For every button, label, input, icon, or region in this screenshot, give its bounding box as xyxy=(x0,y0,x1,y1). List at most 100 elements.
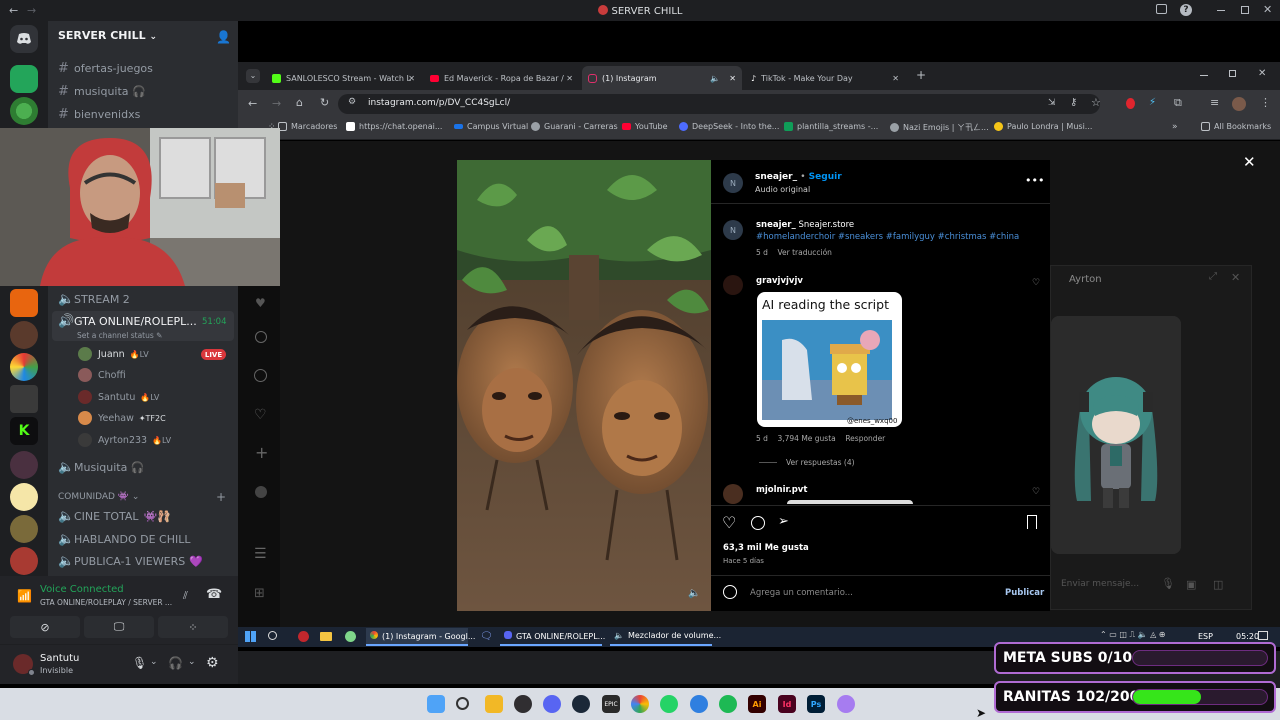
post-media[interactable]: 🔈 xyxy=(457,160,711,611)
chat-message-input[interactable]: Enviar mensaje... xyxy=(1061,579,1139,589)
reply-link[interactable]: Responder xyxy=(845,434,885,443)
bookmark-item[interactable]: Nazi Emojis | ㄚ卂ㄥ... xyxy=(890,122,989,133)
mute-icon[interactable]: 🔈 xyxy=(688,588,700,599)
server-icon-dark[interactable] xyxy=(10,451,38,479)
tab-search-icon[interactable]: ⌄ xyxy=(246,69,260,83)
create-plus-icon[interactable]: + xyxy=(255,443,268,462)
browser-tab[interactable]: ♪ TikTok - Make Your Day ✕ xyxy=(745,66,905,90)
server-header[interactable]: SERVER CHILL ⌄ xyxy=(58,29,157,42)
audio-icon[interactable]: 🔈 xyxy=(710,74,720,83)
disconnect-icon[interactable]: ☎ xyxy=(206,587,222,602)
tray-icons[interactable]: ⌃ ▭ ◫ ⎍ 🔈 ◬ ⊕ xyxy=(1100,630,1166,640)
close-icon[interactable]: ✕ xyxy=(1263,3,1272,16)
voice-channel-gta[interactable]: 🔊 GTA ONLINE/ROLEPL... xyxy=(58,311,197,331)
search-icon[interactable] xyxy=(268,631,277,640)
notifications-heart-icon[interactable]: ♡ xyxy=(254,407,267,423)
bookmark-item[interactable]: plantilla_streams -... xyxy=(784,122,878,131)
taskbar-app-icon[interactable]: 🗨 xyxy=(480,631,493,642)
password-key-icon[interactable]: ⚷ xyxy=(1070,97,1077,108)
voice-channel-hablando[interactable]: 🔈 HABLANDO DE CHILL xyxy=(58,529,190,549)
bookmark-item[interactable]: Campus Virtual xyxy=(454,122,528,131)
browser-tab[interactable]: SANLOLESCO Stream - Watch L ✕ xyxy=(266,66,421,90)
server-icon-colorful[interactable] xyxy=(10,353,38,381)
server-icon-frog[interactable] xyxy=(10,97,38,125)
tab-close-icon[interactable]: ✕ xyxy=(729,74,736,83)
windows-start-icon[interactable] xyxy=(245,631,256,642)
server-icon-portrait[interactable] xyxy=(10,321,38,349)
more-options-icon[interactable]: ••• xyxy=(1025,174,1044,187)
bookmark-item[interactable]: YouTube xyxy=(622,122,668,131)
follow-button[interactable]: Seguir xyxy=(809,172,842,182)
channel-ofertas-juegos[interactable]: # ofertas-juegos xyxy=(58,58,153,78)
expand-icon[interactable]: ⤢ xyxy=(1209,271,1217,282)
app-blue-icon[interactable] xyxy=(690,695,708,713)
chevron-down-icon[interactable]: ⌄ xyxy=(150,657,158,667)
discord-home-icon[interactable] xyxy=(10,25,38,53)
comment-bubble-icon[interactable] xyxy=(751,516,765,530)
tab-close-icon[interactable]: ✕ xyxy=(408,74,415,83)
tab-close-icon[interactable]: ✕ xyxy=(892,74,899,83)
like-comment-icon[interactable]: ♡ xyxy=(1032,278,1040,288)
post-author[interactable]: sneajer_ • Seguir xyxy=(755,172,842,182)
extension-blue-icon[interactable]: ⚡ xyxy=(1149,97,1156,108)
spotify-icon[interactable] xyxy=(719,695,737,713)
microphone-icon[interactable]: 🎙 xyxy=(1161,577,1175,590)
site-info-icon[interactable]: ⚙ xyxy=(348,97,356,107)
forward-arrow-icon[interactable]: → xyxy=(272,97,281,110)
camera-off-button[interactable]: ⊘ xyxy=(10,616,80,638)
caption-avatar[interactable]: N xyxy=(723,220,743,240)
folder-icon[interactable] xyxy=(320,632,332,641)
bookmark-star-icon[interactable]: ☆ xyxy=(1091,96,1101,109)
share-send-icon[interactable]: ➢ xyxy=(778,514,789,529)
voice-member[interactable]: Yeehaw ✦TF2C xyxy=(78,408,166,428)
add-friend-icon[interactable]: 👤 xyxy=(216,30,231,44)
server-icon-pixel[interactable] xyxy=(10,385,38,413)
bookmark-item[interactable]: Paulo Londra | Musi... xyxy=(994,122,1092,131)
restore-icon[interactable] xyxy=(1229,70,1236,77)
comment-avatar[interactable] xyxy=(723,275,743,295)
noise-suppression-icon[interactable]: ⫽ xyxy=(183,589,188,603)
screen-share-button[interactable]: 🖵 xyxy=(84,616,154,638)
minimize-icon[interactable] xyxy=(1217,10,1225,11)
app-purple-icon[interactable] xyxy=(837,695,855,713)
taskbar-app-icon[interactable] xyxy=(298,631,309,642)
taskbar-item-mixer[interactable]: 🔈 Mezclador de volume... xyxy=(610,628,721,646)
discord-icon[interactable] xyxy=(543,695,561,713)
windows-start-icon[interactable] xyxy=(427,695,445,713)
chevron-down-icon[interactable]: ⌄ xyxy=(188,657,196,667)
microphone-icon[interactable]: 🎙 xyxy=(132,656,147,670)
whatsapp-icon[interactable] xyxy=(660,695,678,713)
bookmark-item[interactable]: DeepSeek - Into the... xyxy=(679,122,779,131)
inbox-icon[interactable] xyxy=(1156,4,1167,14)
voice-connected-subtitle[interactable]: GTA ONLINE/ROLEPLAY / SERVER ... xyxy=(40,598,172,607)
like-count[interactable]: 63,3 mil Me gusta xyxy=(723,543,809,553)
help-icon[interactable]: ? xyxy=(1180,4,1192,16)
browser-tab[interactable]: Ed Maverick - Ropa de Bazar / ✕ xyxy=(424,66,579,90)
emoji-icon[interactable] xyxy=(723,585,737,599)
like-comment-icon[interactable]: ♡ xyxy=(1032,487,1040,497)
channel-status[interactable]: Set a channel status ✎ xyxy=(77,331,162,340)
taskbar-app-icon[interactable] xyxy=(345,631,356,642)
shared-post-card[interactable] xyxy=(1051,316,1181,554)
extension-red-icon[interactable] xyxy=(1126,98,1135,109)
epic-games-icon[interactable]: EPIC xyxy=(602,695,620,713)
home-icon[interactable]: ⌂ xyxy=(296,96,303,109)
comment-author[interactable]: gravjvjvjv xyxy=(756,276,803,286)
comment-avatar[interactable] xyxy=(723,484,743,504)
comment-input[interactable]: Agrega un comentario... xyxy=(750,588,853,598)
tab-close-icon[interactable]: ✕ xyxy=(566,74,573,83)
browser-tab-active[interactable]: (1) Instagram 🔈 ✕ xyxy=(582,66,742,90)
illustrator-icon[interactable]: Ai xyxy=(748,695,766,713)
menu-dots-icon[interactable]: ⋮ xyxy=(1260,96,1271,109)
maximize-icon[interactable] xyxy=(1241,6,1249,14)
hamburger-menu-icon[interactable]: ☰ xyxy=(254,546,267,562)
username[interactable]: Santutu xyxy=(40,653,79,664)
server-icon-orange[interactable] xyxy=(10,289,38,317)
save-bookmark-icon[interactable] xyxy=(1027,515,1037,529)
language-indicator[interactable]: ESP xyxy=(1198,632,1213,641)
install-icon[interactable]: ⇲ xyxy=(1048,98,1056,108)
taskbar-item-discord[interactable]: GTA ONLINE/ROLEPL... xyxy=(500,628,605,646)
bookmark-item[interactable]: Guarani - Carreras xyxy=(531,122,618,131)
steam-icon[interactable] xyxy=(572,695,590,713)
bookmark-item[interactable]: https://chat.openai... xyxy=(346,122,442,131)
